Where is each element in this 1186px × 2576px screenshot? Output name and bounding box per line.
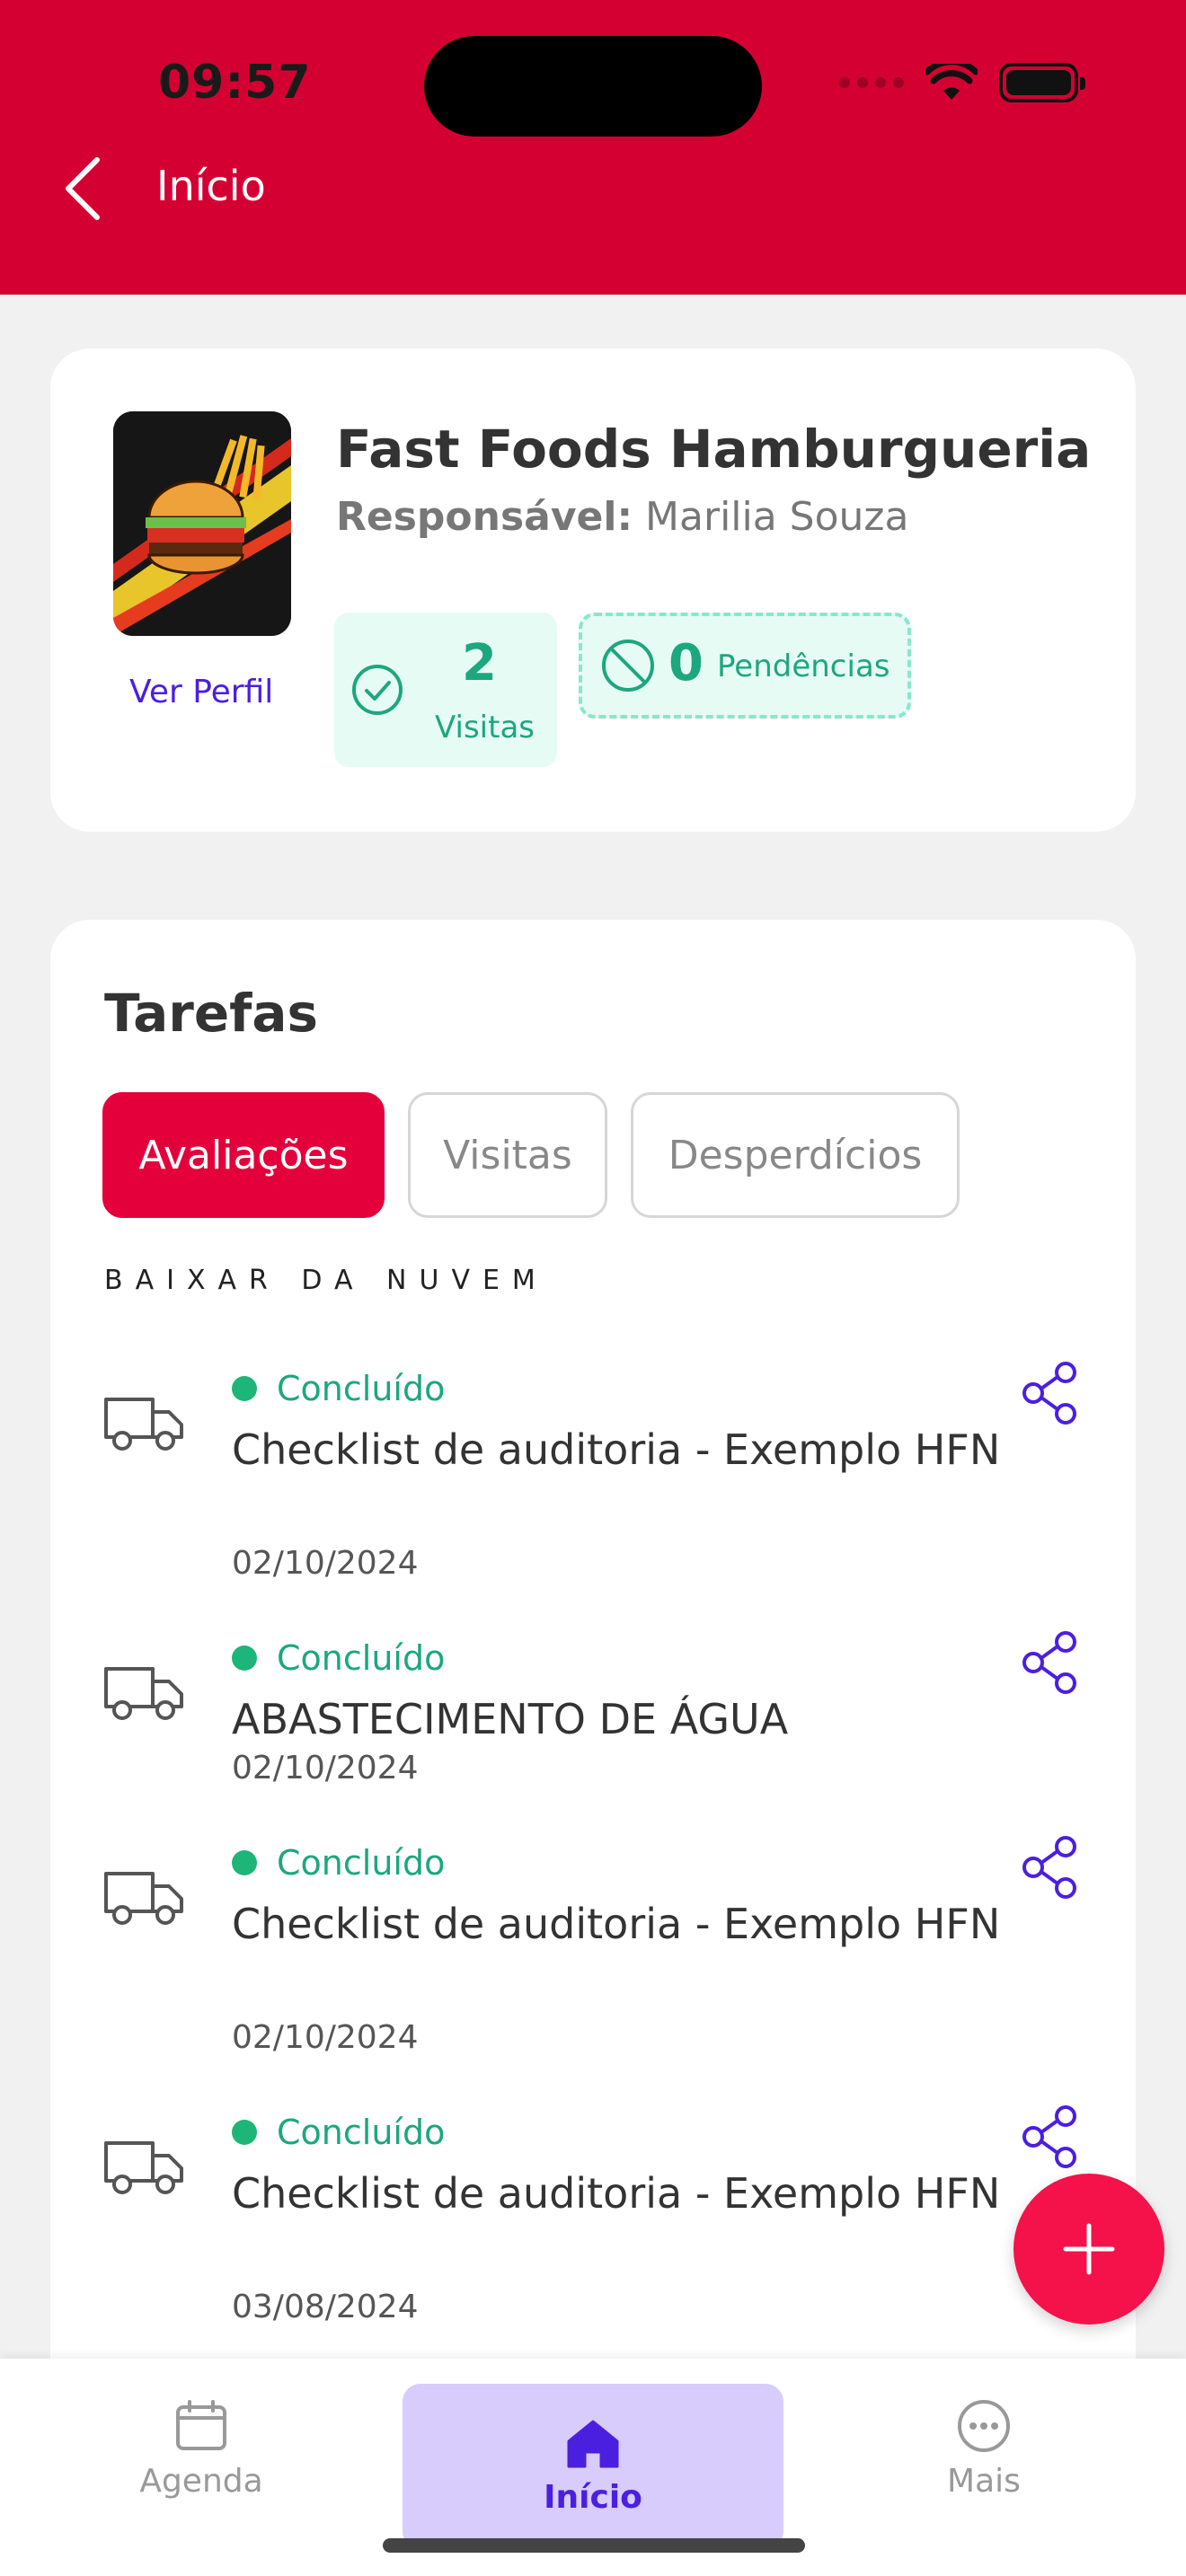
task-status: Concluído bbox=[232, 1843, 445, 1883]
back-button[interactable] bbox=[63, 154, 126, 223]
task-status-label: Concluído bbox=[277, 1638, 446, 1678]
more-icon bbox=[958, 2399, 1010, 2452]
truck-icon bbox=[104, 1667, 183, 1720]
share-icon[interactable] bbox=[1021, 1834, 1080, 1901]
tasks-tabs: Avaliações Visitas Desperdícios bbox=[102, 1092, 960, 1218]
pending-counter[interactable]: 0 Pendências bbox=[579, 613, 911, 719]
visits-count: 2 bbox=[462, 634, 497, 693]
add-button[interactable] bbox=[1013, 2174, 1164, 2325]
task-date: 02/10/2024 bbox=[232, 1545, 419, 1582]
share-icon[interactable] bbox=[1021, 1629, 1080, 1696]
tab-visitas[interactable]: Visitas bbox=[408, 1092, 607, 1218]
header-title: Início bbox=[156, 162, 266, 210]
nav-inicio-label: Início bbox=[544, 2478, 642, 2516]
truck-icon bbox=[104, 1872, 183, 1925]
task-date: 02/10/2024 bbox=[232, 1750, 419, 1786]
plus-icon bbox=[1063, 2223, 1115, 2275]
status-dot bbox=[232, 1376, 257, 1401]
tasks-card: Tarefas Avaliações Visitas Desperdícios … bbox=[50, 920, 1136, 2447]
truck-icon bbox=[104, 2141, 183, 2194]
profile-card: Ver Perfil Fast Foods Hamburgueria Respo… bbox=[50, 348, 1136, 832]
chevron-left-icon bbox=[66, 157, 100, 220]
status-dot bbox=[232, 1645, 257, 1671]
task-status: Concluído bbox=[232, 2113, 445, 2152]
wifi-icon bbox=[925, 64, 978, 100]
nav-agenda[interactable]: Agenda bbox=[108, 2359, 295, 2538]
task-status-label: Concluído bbox=[277, 1843, 446, 1883]
nav-inicio[interactable]: Início bbox=[403, 2384, 783, 2549]
tab-avaliacoes[interactable]: Avaliações bbox=[102, 1092, 385, 1218]
calendar-icon bbox=[176, 2399, 226, 2450]
task-name: Checklist de auditoria - Exemplo HFN bbox=[232, 1425, 1001, 1474]
task-status-label: Concluído bbox=[277, 2113, 446, 2152]
status-icons bbox=[839, 63, 1085, 102]
task-name: Checklist de auditoria - Exemplo HFN bbox=[232, 2169, 1001, 2218]
download-cloud-link[interactable]: BAIXAR DA NUVEM bbox=[104, 1265, 548, 1296]
share-icon[interactable] bbox=[1021, 2104, 1080, 2170]
home-icon bbox=[567, 2420, 619, 2467]
pending-label: Pendências bbox=[717, 648, 890, 684]
view-profile-link[interactable]: Ver Perfil bbox=[129, 674, 273, 710]
responsible-row: Responsável: Marilia Souza bbox=[336, 494, 908, 540]
check-circle-icon bbox=[352, 665, 403, 715]
visits-label: Visitas bbox=[435, 710, 535, 745]
truck-icon bbox=[104, 1398, 183, 1451]
nav-agenda-label: Agenda bbox=[139, 2462, 263, 2500]
tab-desperdicios[interactable]: Desperdícios bbox=[631, 1092, 960, 1218]
task-date: 02/10/2024 bbox=[232, 2019, 419, 2056]
task-status: Concluído bbox=[232, 1638, 445, 1678]
task-name: ABASTECIMENTO DE ÁGUA bbox=[232, 1695, 789, 1743]
dynamic-island bbox=[424, 36, 762, 137]
responsible-label: Responsável: bbox=[336, 494, 633, 540]
home-indicator bbox=[383, 2538, 805, 2553]
company-logo[interactable] bbox=[113, 411, 291, 636]
pending-count: 0 bbox=[668, 634, 704, 693]
app-header: 09:57 Início bbox=[0, 0, 1186, 295]
battery-icon bbox=[999, 63, 1085, 102]
status-dot bbox=[232, 2120, 257, 2145]
signal-icon bbox=[839, 77, 904, 88]
nav-mais[interactable]: Mais bbox=[890, 2359, 1078, 2538]
task-status: Concluído bbox=[232, 1369, 445, 1408]
task-name: Checklist de auditoria - Exemplo HFN bbox=[232, 1900, 1001, 1948]
status-time: 09:57 bbox=[158, 56, 312, 110]
block-icon bbox=[602, 640, 654, 692]
company-name: Fast Foods Hamburgueria bbox=[336, 419, 1092, 480]
task-date: 03/08/2024 bbox=[232, 2289, 419, 2325]
responsible-name: Marilia Souza bbox=[645, 494, 909, 540]
tasks-title: Tarefas bbox=[104, 983, 319, 1044]
nav-mais-label: Mais bbox=[947, 2462, 1021, 2500]
share-icon[interactable] bbox=[1021, 1360, 1080, 1426]
status-dot bbox=[232, 1850, 257, 1875]
burger-logo-image bbox=[113, 411, 291, 636]
task-status-label: Concluído bbox=[277, 1369, 446, 1408]
visits-counter[interactable]: 2 Visitas bbox=[334, 613, 557, 767]
